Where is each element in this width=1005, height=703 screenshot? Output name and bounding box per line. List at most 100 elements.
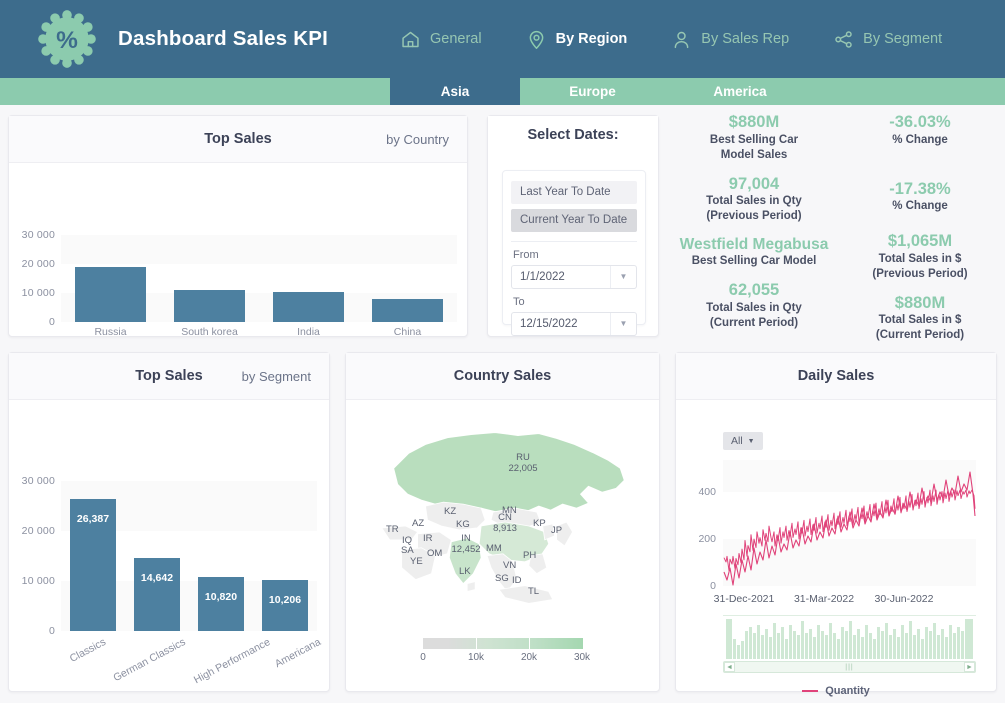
nav-label-by-sales-rep: By Sales Rep: [701, 31, 789, 47]
nav-item-by-segment[interactable]: By Segment: [833, 29, 942, 50]
kpi-value: $880M: [840, 293, 1000, 314]
daily-chart-area: All ▼ 400 200 0 31-Dec-2021 31-Mar-2022 …: [676, 400, 996, 693]
kpi-label: Total Sales in Qty(Previous Period): [674, 194, 834, 224]
chart-top-sales-segment: 30 000 20 000 10 000 0 26,387 14,6: [9, 400, 329, 692]
svg-text:%: %: [56, 27, 78, 54]
y-axis-labels: 30 000 20 000 10 000 0: [9, 163, 61, 337]
bar-column: [259, 235, 358, 322]
daily-filter-dropdown[interactable]: All ▼: [723, 432, 763, 450]
card-title: Daily Sales: [798, 368, 875, 384]
daily-range-scrollbar[interactable]: ◄ ||| ►: [723, 661, 976, 673]
x-tick-south-korea: South korea: [160, 326, 259, 338]
card-header: Select Dates:: [488, 116, 658, 154]
map-country-korea: [543, 524, 555, 540]
nav-item-by-sales-rep[interactable]: By Sales Rep: [671, 29, 789, 50]
card-subtitle: by Segment: [242, 369, 311, 384]
x-tick-high-performance: High Performance: [192, 636, 272, 686]
percent-badge-icon: %: [38, 10, 96, 68]
map-country-japan: [557, 522, 573, 546]
y-tick-10000: 10 000: [22, 575, 55, 587]
tabstrip-left-fill: [0, 78, 390, 105]
kpi-value: 62,055: [674, 280, 834, 301]
bar-column: 14,642: [125, 481, 189, 631]
scroll-left-arrow[interactable]: ◄: [724, 662, 735, 672]
x-tick-india: India: [259, 326, 358, 338]
kpi-best-selling-model-sales: $880M Best Selling CarModel Sales: [674, 112, 834, 163]
kpi-value: $880M: [674, 112, 834, 133]
legend-tick-30k: 30k: [574, 652, 590, 663]
kpi-pct-change-sales: -36.03% % Change: [840, 112, 1000, 148]
kpi-pct-change-qty: -17.38% % Change: [840, 179, 1000, 215]
chevron-down-icon: ▼: [610, 313, 636, 335]
tab-america[interactable]: America: [665, 78, 815, 105]
card-top-sales-segment: Top Sales by Segment 30 000 20 000 10 00…: [8, 352, 330, 692]
bar-china[interactable]: [372, 299, 442, 322]
kpi-value: -17.38%: [840, 179, 1000, 200]
legend-tick-20k: 20k: [521, 652, 537, 663]
nav-label-by-segment: By Segment: [863, 31, 942, 47]
nav-item-general[interactable]: General: [400, 29, 482, 50]
card-subtitle: by Country: [386, 132, 449, 147]
scroll-thumb-grip[interactable]: |||: [735, 664, 964, 671]
from-label: From: [513, 249, 637, 261]
x-tick-americana: Americana: [273, 636, 323, 670]
kpi-best-selling-model: Westfield Megabusa Best Selling Car Mode…: [674, 235, 834, 269]
from-date-input[interactable]: 1/1/2022 ▼: [511, 265, 637, 289]
daily-sales-overview-strip[interactable]: [723, 615, 976, 659]
nav-item-by-region[interactable]: By Region: [526, 29, 628, 50]
scroll-right-arrow[interactable]: ►: [964, 662, 975, 672]
card-header: Country Sales: [346, 353, 659, 400]
y-tick-0: 0: [49, 316, 55, 328]
kpi-value: 97,004: [674, 174, 834, 195]
card-country-sales-map: Country Sales: [345, 352, 660, 692]
bar-south-korea[interactable]: [174, 290, 244, 322]
kpi-total-dollars-current: $880M Total Sales in $(Current Period): [840, 293, 1000, 344]
nav-label-general: General: [430, 31, 482, 47]
x-tick-jun-2022: 30-Jun-2022: [875, 593, 934, 605]
bar-value-label: 10,206: [262, 594, 308, 606]
divider: [511, 241, 637, 242]
bar-column: 10,206: [253, 481, 317, 631]
tab-europe[interactable]: Europe: [520, 78, 665, 105]
kpi-label: % Change: [840, 199, 1000, 214]
bar-column: [160, 235, 259, 322]
date-preset-current-year-to-date[interactable]: Current Year To Date: [511, 209, 637, 232]
y-tick-0: 0: [688, 580, 716, 592]
map-country-turkey: [382, 526, 418, 540]
kpi-column-left: $880M Best Selling CarModel Sales 97,004…: [674, 112, 834, 342]
bars-group: 26,387 14,642 10,820: [61, 481, 317, 631]
card-top-sales-country: Top Sales by Country 30 000 20 000 10 00…: [8, 115, 468, 337]
kpi-value: $1,065M: [840, 231, 1000, 252]
to-date-value: 12/15/2022: [512, 318, 610, 330]
nav-label-by-region: By Region: [556, 31, 628, 47]
bar-classics[interactable]: 26,387: [70, 499, 116, 631]
to-date-input[interactable]: 12/15/2022 ▼: [511, 312, 637, 336]
kpi-label: % Change: [840, 133, 1000, 148]
date-preset-last-year-to-date[interactable]: Last Year To Date: [511, 181, 637, 204]
bar-column: 10,820: [189, 481, 253, 631]
y-axis-labels: 30 000 20 000 10 000 0: [9, 400, 61, 692]
bar-high-performance[interactable]: 10,820: [198, 577, 244, 631]
y-tick-20000: 20 000: [22, 258, 55, 270]
card-select-dates: Select Dates: Last Year To Date Current …: [487, 115, 659, 337]
tab-asia[interactable]: Asia: [390, 78, 520, 105]
asia-choropleth-map[interactable]: [354, 408, 652, 633]
chevron-down-icon: ▼: [748, 438, 755, 445]
daily-sales-line-chart[interactable]: [723, 460, 976, 586]
map-area: RU 22,005 CN 8,913 IN 12,452 KZ MN KG KP…: [346, 400, 659, 693]
map-country-saudi-arabia: [402, 548, 436, 580]
plot-area: 26,387 14,642 10,820: [61, 481, 317, 631]
tabstrip-right-fill: [815, 78, 1005, 105]
bar-india[interactable]: [273, 292, 343, 322]
home-icon: [400, 29, 421, 50]
bar-column: 26,387: [61, 481, 125, 631]
bar-russia[interactable]: [75, 267, 145, 323]
card-header: Daily Sales: [676, 353, 996, 400]
x-tick-russia: Russia: [61, 326, 160, 338]
bar-german-classics[interactable]: 14,642: [134, 558, 180, 631]
card-title: Country Sales: [454, 368, 552, 384]
bar-value-label: 10,820: [198, 591, 244, 603]
chevron-down-icon: ▼: [610, 266, 636, 288]
date-picker-panel: Last Year To Date Current Year To Date F…: [502, 170, 646, 325]
bar-americana[interactable]: 10,206: [262, 580, 308, 631]
